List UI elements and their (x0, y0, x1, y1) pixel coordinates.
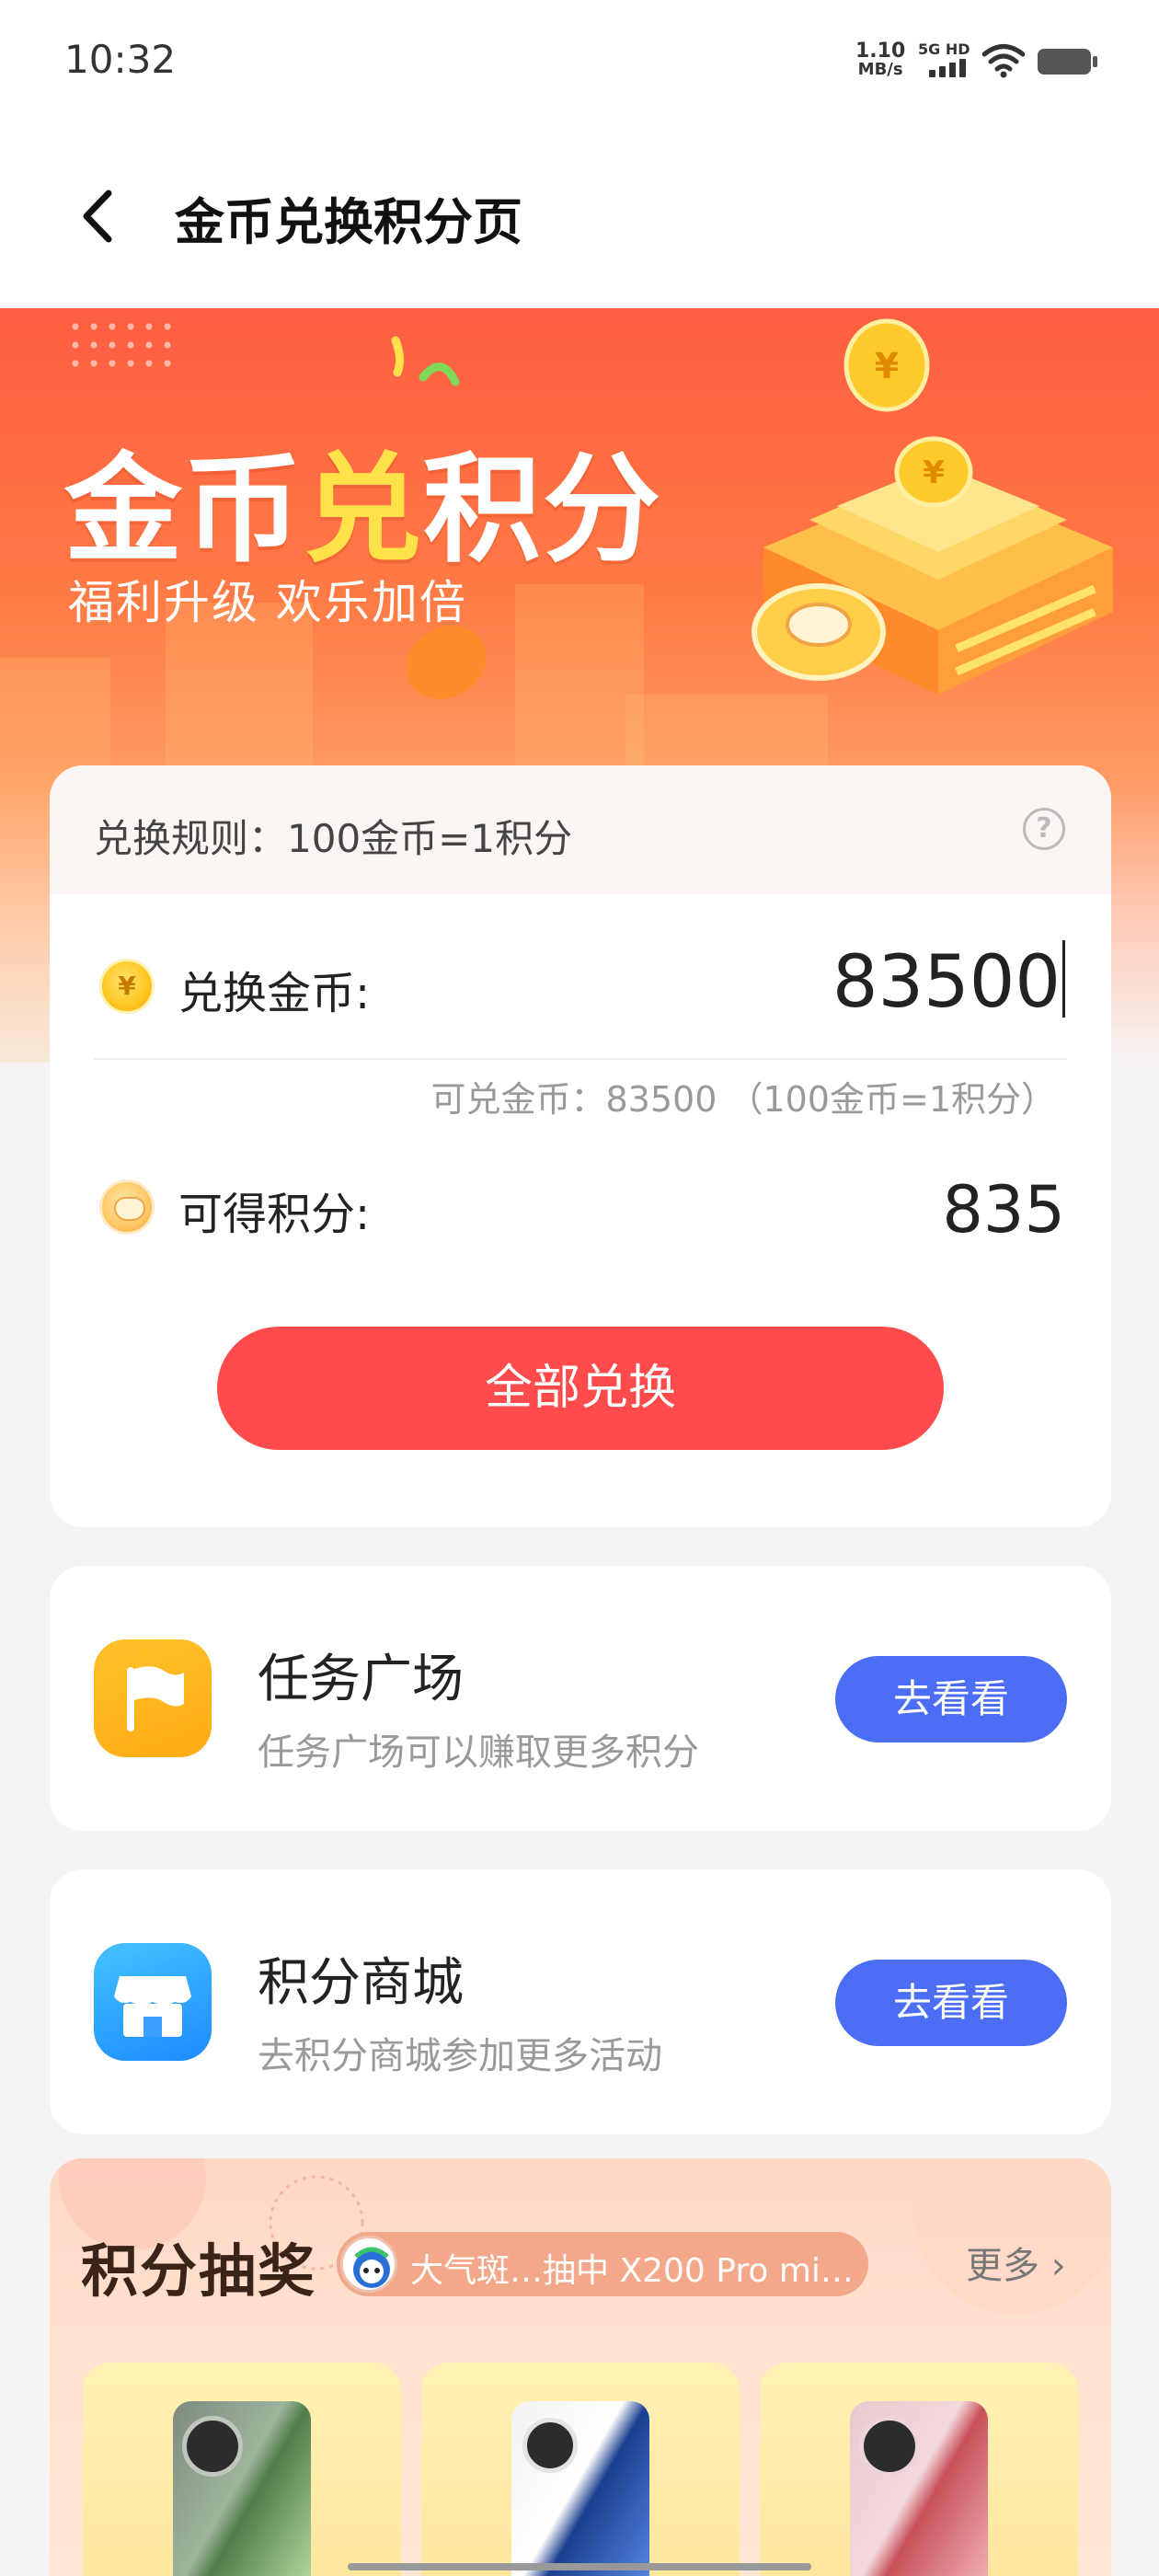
prize-item[interactable] (760, 2363, 1078, 2576)
points-icon (99, 1179, 155, 1235)
network-speed-unit: MB/s (857, 60, 903, 79)
winner-ticker[interactable]: 大气斑…抽中 X200 Pro mi… (337, 2232, 868, 2296)
svg-text:¥: ¥ (875, 346, 899, 386)
prize-item[interactable] (421, 2363, 740, 2576)
page-title: 金币兑换积分页 (175, 193, 522, 251)
confetti-decoration (391, 336, 460, 386)
points-value: 835 (942, 1172, 1065, 1248)
lottery-title: 积分抽奖 (81, 2237, 317, 2305)
svg-text:¥: ¥ (923, 454, 945, 491)
lottery-more-link[interactable]: 更多 › (966, 2236, 1066, 2289)
points-mall-desc: 去积分商城参加更多活动 (258, 2035, 662, 2077)
exchange-rule-text: 兑换规则：100金币=1积分 (94, 816, 573, 861)
exchange-coin-label: 兑换金币: (178, 968, 371, 1019)
points-mall-card[interactable]: 积分商城 去积分商城参加更多活动 去看看 (50, 1869, 1111, 2134)
points-mall-title: 积分商城 (258, 1953, 464, 2013)
camera-module (859, 2416, 920, 2477)
network-type: 5G HD (918, 40, 970, 58)
home-indicator[interactable] (348, 2563, 811, 2570)
signal-icon (929, 59, 966, 77)
avatar (340, 2236, 397, 2293)
available-coin-hint: 可兑金币：83500 （100金币=1积分） (430, 1079, 1056, 1120)
gold-coin-icon: ¥ (99, 959, 155, 1014)
points-mall-go-button[interactable]: 去看看 (835, 1960, 1067, 2046)
network-speed: 1.10 MB/s (855, 40, 906, 79)
hero-title: 金币兑积分 (64, 442, 663, 579)
coin-vault-illustration: ¥ ¥ (752, 318, 1113, 695)
exchange-all-button[interactable]: 全部兑换 (217, 1327, 944, 1450)
flag-icon (94, 1639, 212, 1757)
status-time: 10:32 (64, 37, 177, 82)
points-label: 可得积分: (178, 1189, 371, 1240)
camera-module (522, 2418, 578, 2473)
back-arrow-icon[interactable] (66, 184, 131, 248)
task-plaza-card[interactable]: 任务广场 任务广场可以赚取更多积分 去看看 (50, 1566, 1111, 1831)
points-lottery-section: 积分抽奖 大气斑…抽中 X200 Pro mi… 更多 › (50, 2158, 1111, 2576)
prize-item[interactable] (83, 2363, 401, 2576)
battery-icon (1038, 49, 1097, 75)
app-header: 金币兑换积分页 (0, 124, 1159, 308)
task-plaza-desc: 任务广场可以赚取更多积分 (258, 1731, 699, 1774)
divider (94, 1058, 1067, 1060)
page: 10:32 1.10 MB/s 5G HD 金币兑换积分页 金币兑积分 福利升级 (0, 0, 1159, 2576)
shop-icon (94, 1943, 212, 2061)
exchange-coin-input[interactable]: 83500 (832, 940, 1065, 1024)
rule-bar: 兑换规则：100金币=1积分 ? (50, 765, 1111, 894)
winner-ticker-text: 大气斑…抽中 X200 Pro mi… (410, 2252, 854, 2290)
wifi-icon (982, 44, 1025, 78)
network-speed-value: 1.10 (855, 40, 906, 63)
help-icon[interactable]: ? (1023, 808, 1065, 850)
status-bar: 10:32 1.10 MB/s 5G HD (0, 0, 1159, 124)
exchange-card: 兑换规则：100金币=1积分 ? ¥ 兑换金币: 83500 可兑金币：8350… (50, 765, 1111, 1527)
camera-module (182, 2416, 243, 2477)
hero-dots-decoration (66, 317, 177, 373)
task-plaza-title: 任务广场 (258, 1650, 464, 1709)
task-plaza-go-button[interactable]: 去看看 (835, 1656, 1067, 1742)
coin-decoration (406, 626, 487, 699)
